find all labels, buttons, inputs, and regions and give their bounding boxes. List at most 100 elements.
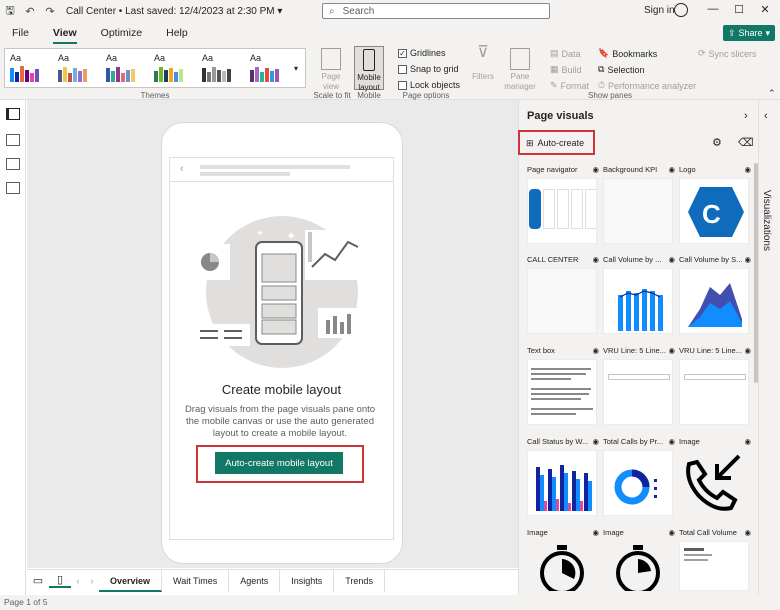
page-tab-wait-times[interactable]: Wait Times: [162, 569, 230, 592]
mobile-group-label: Mobile: [357, 91, 381, 100]
left-rail: [0, 100, 26, 598]
tab-optimize[interactable]: Optimize: [89, 22, 154, 44]
bookmark-icon: 🔖: [598, 48, 610, 58]
tab-help[interactable]: Help: [154, 22, 200, 44]
share-icon: ⇪: [727, 27, 736, 38]
visual-card-image-stopwatch-1[interactable]: Image ◉: [527, 528, 599, 591]
build-pane-toggle[interactable]: ▦ Build: [550, 64, 582, 75]
eye-icon: ◉: [668, 437, 675, 446]
themes-dropdown-icon[interactable]: ▾: [294, 64, 298, 73]
filter-settings-icon[interactable]: ⚙: [712, 136, 722, 149]
data-pane-toggle[interactable]: ▤ Data: [550, 48, 581, 59]
expand-visualizations-icon[interactable]: ‹: [764, 110, 768, 122]
filter-icon: ⊽: [477, 44, 489, 61]
eye-icon: ◉: [668, 528, 675, 537]
mobile-icon: [363, 49, 375, 71]
tab-view[interactable]: View: [41, 22, 89, 44]
stopwatch-icon: [540, 545, 584, 591]
collapse-pane-icon[interactable]: ›: [744, 110, 748, 122]
theme-swatch[interactable]: Aa: [200, 52, 247, 84]
redo-icon[interactable]: ↷: [40, 5, 60, 18]
eye-icon: ◉: [744, 255, 751, 264]
pane-manager-button[interactable]: Pane manager: [504, 48, 536, 92]
mobile-layout-button[interactable]: Mobile layout: [354, 46, 384, 92]
close-icon[interactable]: ✕: [756, 3, 774, 16]
report-view-icon[interactable]: [6, 108, 20, 120]
desktop-view-icon[interactable]: ▭: [27, 574, 49, 587]
search-placeholder: Search: [342, 5, 375, 17]
visual-card-image-stopwatch-2[interactable]: Image ◉: [603, 528, 675, 591]
page-view-button[interactable]: Page view: [316, 48, 346, 92]
visual-card-call-volume-1[interactable]: Call Volume by ... ◉: [603, 255, 675, 334]
page-tab-insights[interactable]: Insights: [280, 569, 335, 592]
search-input[interactable]: ⌕ Search: [322, 3, 550, 19]
svg-text:✦: ✦: [286, 229, 296, 243]
tab-file[interactable]: File: [0, 22, 41, 44]
status-bar: Page 1 of 5: [0, 595, 780, 610]
visual-card-image-phone[interactable]: Image ◉: [679, 437, 751, 516]
theme-swatch[interactable]: Aa: [248, 52, 295, 84]
snap-to-grid-checkbox[interactable]: Snap to grid: [398, 64, 459, 74]
visualizations-label[interactable]: Visualizations: [761, 190, 772, 270]
page-tab-trends[interactable]: Trends: [334, 569, 385, 592]
bookmarks-pane-toggle[interactable]: 🔖 Bookmarks: [598, 48, 657, 59]
table-view-icon[interactable]: [6, 134, 20, 146]
eraser-icon[interactable]: ⌫: [738, 136, 754, 149]
eye-icon: ◉: [668, 165, 675, 174]
page-view-icon: [321, 48, 341, 70]
theme-swatch[interactable]: Aa: [104, 52, 151, 84]
visual-card-call-status[interactable]: Call Status by W... ◉: [527, 437, 599, 516]
dax-query-icon[interactable]: [6, 182, 20, 194]
phone-incoming-icon: [686, 454, 741, 511]
logo-image: C: [688, 187, 744, 237]
mobile-view-icon[interactable]: ▯: [49, 573, 71, 588]
page-tab-agents[interactable]: Agents: [229, 569, 281, 592]
svg-text:C: C: [702, 199, 721, 229]
prev-page-icon[interactable]: ‹: [71, 576, 85, 586]
visual-card-page-navigator[interactable]: Page navigator ◉: [527, 165, 599, 244]
eye-icon: ◉: [668, 346, 675, 355]
sync-icon: ⟳: [698, 48, 706, 58]
share-button[interactable]: ⇪ Share ▾: [723, 25, 775, 41]
maximize-icon[interactable]: ☐: [730, 3, 748, 16]
visual-card-total-calls[interactable]: Total Calls by Pr... ◉: [603, 437, 675, 516]
sync-slicers-toggle[interactable]: ⟳ Sync slicers: [698, 48, 757, 59]
pane-title: Page visuals: [527, 110, 594, 122]
visual-card-call-center[interactable]: CALL CENTER ◉: [527, 255, 599, 334]
build-icon: ▦: [550, 64, 559, 74]
visual-card-total-call-volume[interactable]: Total Call Volume ◉: [679, 528, 751, 591]
theme-swatch[interactable]: Aa: [56, 52, 103, 84]
pane-manager-icon: [510, 48, 530, 70]
lock-objects-checkbox[interactable]: Lock objects: [398, 80, 460, 90]
minimize-icon[interactable]: —: [704, 3, 722, 15]
data-icon: ▤: [550, 48, 559, 58]
undo-icon[interactable]: ↶: [20, 5, 40, 18]
next-page-icon[interactable]: ›: [85, 576, 99, 586]
visual-card-logo[interactable]: Logo ◉ C: [679, 165, 751, 244]
selection-pane-toggle[interactable]: ⧉ Selection: [598, 64, 644, 75]
visual-card-vru-line-1[interactable]: VRU Line: 5 Line... ◉: [603, 346, 675, 425]
visual-card-background-kpi[interactable]: Background KPI ◉: [603, 165, 675, 244]
collapse-ribbon-icon[interactable]: ⌃: [768, 88, 776, 99]
performance-analyzer-toggle[interactable]: ⏱ Performance analyzer: [598, 80, 696, 91]
theme-swatch[interactable]: Aa: [152, 52, 199, 84]
performance-icon: ⏱: [598, 80, 606, 90]
format-pane-toggle[interactable]: ✎ Format: [550, 80, 589, 91]
file-title[interactable]: Call Center • Last saved: 12/4/2023 at 2…: [66, 6, 282, 17]
save-icon[interactable]: 🖫: [0, 2, 20, 21]
model-view-icon[interactable]: [6, 158, 20, 170]
mobile-header: ‹: [170, 158, 393, 182]
auto-create-highlight: [518, 130, 595, 155]
filters-button[interactable]: ⊽ Filters: [468, 44, 498, 82]
gridlines-checkbox[interactable]: ✓ Gridlines: [398, 48, 446, 58]
page-options-group-label: Page options: [402, 91, 450, 100]
visual-card-text-box[interactable]: Text box ◉: [527, 346, 599, 425]
eye-icon: ◉: [592, 528, 599, 537]
theme-swatch[interactable]: Aa: [8, 52, 55, 84]
page-tab-overview[interactable]: Overview: [99, 569, 163, 592]
visual-card-call-volume-2[interactable]: Call Volume by S... ◉: [679, 255, 751, 334]
themes-gallery[interactable]: Aa Aa Aa Aa Aa Aa: [4, 48, 306, 88]
sign-in-link[interactable]: Sign in: [644, 5, 675, 16]
visual-card-vru-line-2[interactable]: VRU Line: 5 Line... ◉: [679, 346, 751, 425]
avatar[interactable]: [674, 3, 688, 17]
